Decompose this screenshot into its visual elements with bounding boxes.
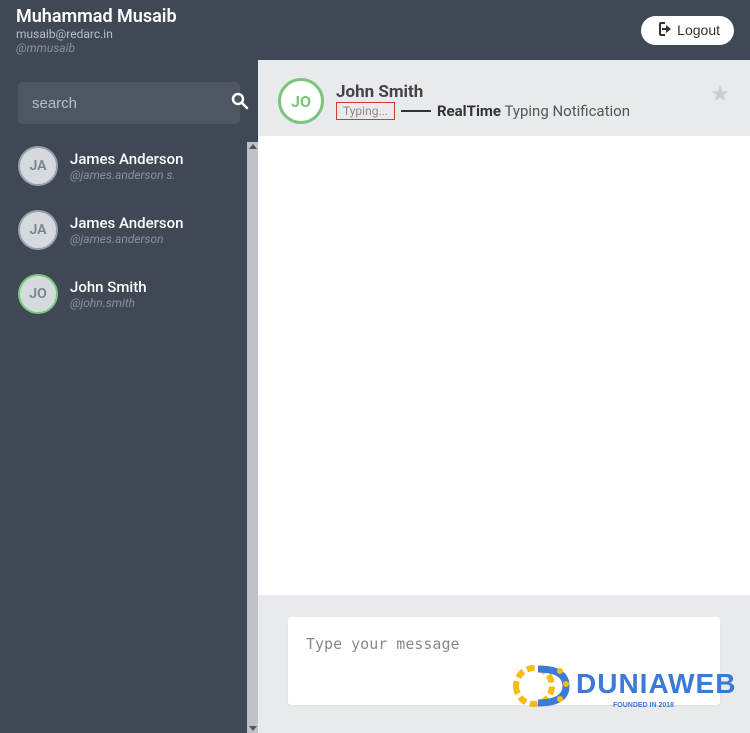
- contact-info: James Anderson@james.anderson s.: [70, 150, 184, 182]
- chat-header-text: John Smith Typing... RealTime Typing Not…: [336, 82, 630, 120]
- sidebar: JAJames Anderson@james.anderson s.JAJame…: [0, 60, 258, 733]
- contact-name: James Anderson: [70, 150, 184, 168]
- chat-avatar: JO: [278, 78, 324, 124]
- contact-avatar: JA: [18, 210, 58, 250]
- star-icon[interactable]: ★: [710, 82, 730, 107]
- typing-indicator: Typing...: [336, 102, 395, 120]
- search-input[interactable]: [32, 95, 231, 112]
- contact-item[interactable]: JO John Smith@john.smith: [0, 262, 258, 326]
- app-header: Muhammad Musaib musaib@redarc.in @mmusai…: [0, 0, 750, 60]
- compose-area: DUNIAWEB FOUNDED IN 2018: [258, 595, 750, 733]
- main-layout: JAJames Anderson@james.anderson s.JAJame…: [0, 60, 750, 733]
- logout-label: Logout: [677, 22, 720, 38]
- contact-item[interactable]: JA James Anderson@james.anderson s.: [0, 134, 258, 198]
- search-container: [0, 60, 258, 134]
- contact-avatar: JO: [18, 274, 58, 314]
- chat-header: JO John Smith Typing... RealTime Typing …: [258, 60, 750, 136]
- annotation-text: RealTime Typing Notification: [437, 102, 630, 120]
- contact-avatar: JA: [18, 146, 58, 186]
- contact-info: John Smith@john.smith: [70, 278, 147, 310]
- contact-item[interactable]: JA James Anderson@james.anderson: [0, 198, 258, 262]
- contact-handle: @james.anderson s.: [70, 168, 184, 182]
- contact-handle: @john.smith: [70, 296, 147, 310]
- contact-handle: @james.anderson: [70, 232, 184, 246]
- logout-icon: [655, 22, 671, 39]
- contact-info: James Anderson@james.anderson: [70, 214, 184, 246]
- contact-name: James Anderson: [70, 214, 184, 232]
- scroll-up-icon[interactable]: [249, 144, 257, 149]
- contact-name: John Smith: [70, 278, 147, 296]
- current-user-handle: @mmusaib: [16, 41, 177, 55]
- chat-contact-name: John Smith: [336, 82, 630, 102]
- current-user-block: Muhammad Musaib musaib@redarc.in @mmusai…: [16, 6, 177, 55]
- current-user-email: musaib@redarc.in: [16, 27, 177, 41]
- search-icon: [231, 92, 249, 114]
- message-input[interactable]: [306, 635, 702, 653]
- chat-area: JO John Smith Typing... RealTime Typing …: [258, 60, 750, 733]
- annotation-connector: [401, 110, 431, 112]
- messages-panel[interactable]: [258, 136, 750, 595]
- typing-row: Typing... RealTime Typing Notification: [336, 102, 630, 120]
- scroll-down-icon[interactable]: [249, 726, 257, 731]
- contacts-list[interactable]: JAJames Anderson@james.anderson s.JAJame…: [0, 134, 258, 724]
- sidebar-scrollbar[interactable]: [247, 142, 258, 733]
- compose-box[interactable]: [288, 617, 720, 705]
- logout-button[interactable]: Logout: [641, 16, 734, 45]
- search-box[interactable]: [18, 82, 240, 124]
- current-user-name: Muhammad Musaib: [16, 6, 177, 27]
